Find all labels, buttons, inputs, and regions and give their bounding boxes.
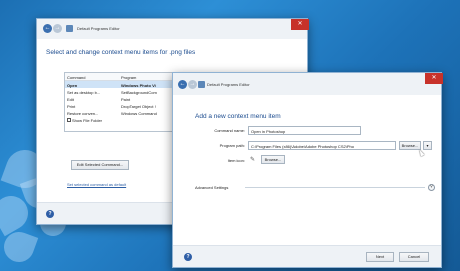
- help-icon[interactable]: ?: [184, 253, 192, 261]
- command-name-label: Command name:: [214, 128, 245, 133]
- command-cell: Restore conven...: [67, 110, 99, 116]
- column-header-program[interactable]: Program: [119, 73, 171, 80]
- command-cell: Edit: [67, 96, 74, 102]
- table-row[interactable]: Restore conven... Windows Command: [65, 109, 173, 116]
- table-row[interactable]: Show File Folder: [65, 116, 173, 123]
- back-arrow-icon[interactable]: ←: [43, 24, 52, 33]
- table-row[interactable]: Print DropTarget Object !: [65, 102, 173, 109]
- program-cell: Paint: [121, 96, 131, 102]
- program-cell: Windows Command: [121, 110, 157, 116]
- back-arrow-icon[interactable]: ←: [178, 80, 187, 89]
- program-cell: SetBackgroundCom: [121, 89, 157, 95]
- cancel-button[interactable]: Cancel: [399, 252, 429, 262]
- table-row[interactable]: Set as desktop b... SetBackgroundCom: [65, 88, 173, 95]
- page-heading: Add a new context menu item: [195, 113, 281, 120]
- program-cell: DropTarget Object !: [121, 103, 156, 109]
- command-cell: Show File Folder: [65, 116, 119, 123]
- table-header: Command Program: [65, 73, 173, 81]
- program-cell: Windows Photo Vi: [121, 82, 156, 88]
- command-name-field[interactable]: Open in Photoshop: [248, 126, 361, 135]
- column-header-command[interactable]: Command: [65, 73, 119, 80]
- advanced-settings-divider: [245, 187, 425, 188]
- forward-arrow-icon[interactable]: →: [53, 24, 62, 33]
- program-dropdown-button[interactable]: ▾: [423, 141, 432, 150]
- window-title: Default Programs Editor: [77, 26, 120, 31]
- help-icon[interactable]: ?: [46, 210, 54, 218]
- table-row[interactable]: Edit Paint: [65, 95, 173, 102]
- checkbox-label: Show File Folder: [72, 117, 103, 123]
- advanced-settings-toggle[interactable]: ˅: [428, 184, 435, 191]
- title-bar: ← → Default Programs Editor ✕: [173, 73, 443, 95]
- commands-table[interactable]: Command Program Open Windows Photo Vi Se…: [64, 72, 174, 132]
- next-button[interactable]: Next: [366, 252, 394, 262]
- app-icon: [66, 25, 73, 32]
- advanced-settings-label[interactable]: Advanced Settings: [195, 185, 228, 190]
- item-icon-label: Item icon:: [227, 158, 245, 163]
- program-path-field[interactable]: C:\Program Files (x86)\Adobe\Adobe Photo…: [248, 141, 396, 150]
- show-file-folder-checkbox[interactable]: [67, 118, 71, 122]
- browse-program-button[interactable]: Browse...: [399, 141, 421, 150]
- program-path-label: Program path:: [219, 143, 245, 148]
- page-heading: Select and change context menu items for…: [46, 49, 196, 56]
- program-cell: [119, 116, 171, 123]
- title-bar: ← → Default Programs Editor ✕: [37, 19, 309, 39]
- close-button[interactable]: ✕: [425, 73, 443, 84]
- footer-bar: ? Next Cancel: [173, 245, 441, 267]
- add-context-menu-item-window: ← → Default Programs Editor ✕ Add a new …: [172, 72, 443, 268]
- set-default-link[interactable]: Set selected command as default: [67, 182, 126, 187]
- pencil-icon: ✎: [250, 157, 256, 163]
- close-button[interactable]: ✕: [291, 19, 309, 30]
- browse-icon-button[interactable]: Browse...: [261, 155, 285, 164]
- command-cell: Set as desktop b...: [67, 89, 101, 95]
- forward-arrow-icon[interactable]: →: [188, 80, 197, 89]
- edit-selected-command-button[interactable]: Edit Selected Command...: [71, 160, 129, 170]
- window-title: Default Programs Editor: [207, 82, 250, 87]
- command-cell: Print: [67, 103, 76, 109]
- table-row[interactable]: Open Windows Photo Vi: [65, 81, 173, 88]
- app-icon: [198, 81, 205, 88]
- command-cell: Open: [67, 82, 78, 88]
